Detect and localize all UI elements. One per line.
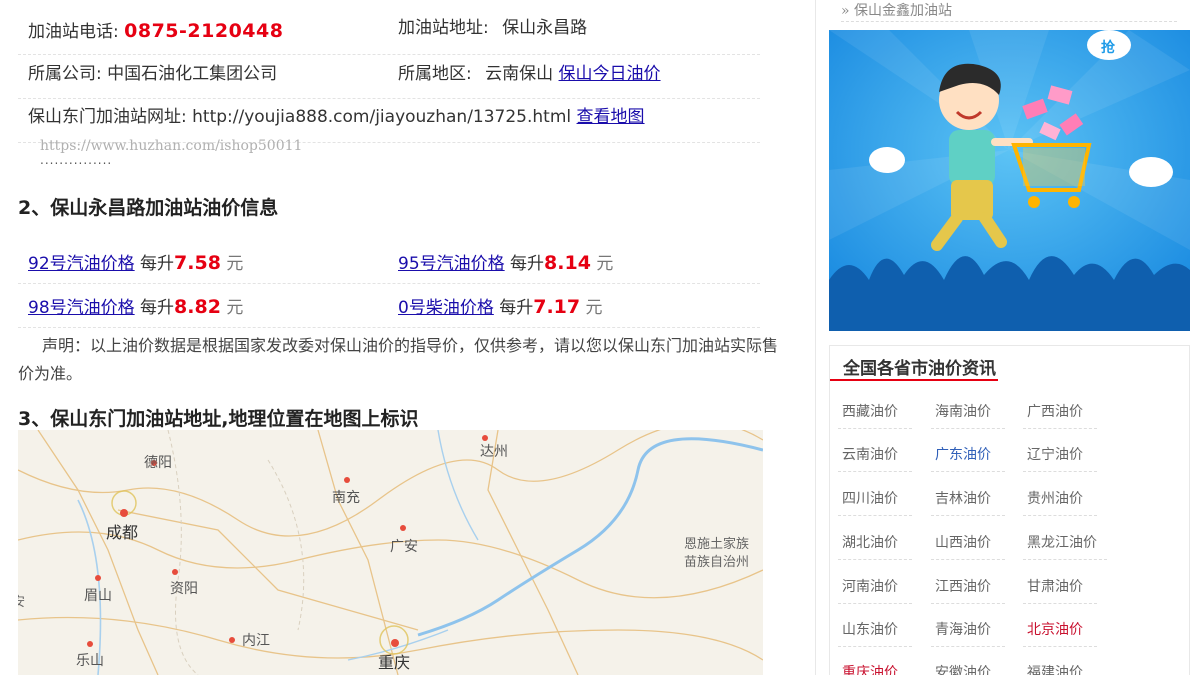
province-link-shandong[interactable]: 山东油价 (838, 619, 912, 647)
price-95-link[interactable]: 95号汽油价格 (398, 254, 505, 274)
map-city-chongqing: 重庆 (378, 654, 410, 672)
promo-banner[interactable]: 抢 (829, 30, 1190, 331)
per-liter-label: 每升 (499, 298, 534, 318)
company-label: 所属公司: (28, 64, 102, 84)
map-city-chengdu: 成都 (106, 524, 138, 542)
per-liter-label: 每升 (140, 254, 175, 274)
sidebar: » 保山金鑫加油站 抢 全国各省市油价资讯 西藏油价 海南油价 广西油价 云南油… (829, 0, 1190, 675)
region-value: 云南保山 (485, 64, 554, 84)
price-92-value: 7.58 (174, 252, 221, 274)
province-link-guangxi[interactable]: 广西油价 (1023, 401, 1097, 429)
map-city-dazhou: 达州 (480, 443, 508, 459)
company-value: 中国石油化工集团公司 (107, 64, 278, 84)
ellipsis-dots: ............... (40, 153, 113, 167)
province-link-anhui[interactable]: 安徽油价 (931, 662, 1005, 675)
section2-title: 2、保山永昌路加油站油价信息 (18, 197, 279, 219)
province-link-liaoning[interactable]: 辽宁油价 (1023, 444, 1097, 472)
price-diesel-link[interactable]: 0号柴油价格 (398, 298, 494, 318)
province-link-guangdong[interactable]: 广东油价 (931, 444, 1005, 472)
per-liter-label: 每升 (140, 298, 175, 318)
map-city-nanchong: 南充 (332, 489, 360, 505)
province-price-box: 全国各省市油价资讯 西藏油价 海南油价 广西油价 云南油价 广东油价 辽宁油价 … (829, 345, 1190, 675)
sidebar-link-station[interactable]: » 保山金鑫加油站 (841, 0, 1177, 22)
region-label: 所属地区: (398, 64, 472, 84)
price-95-value: 8.14 (544, 252, 591, 274)
map-city-deyang: 德阳 (144, 454, 172, 470)
phone-number: 0875-2120448 (124, 20, 284, 42)
province-link-fujian[interactable]: 福建油价 (1023, 662, 1097, 675)
price-row-2: 98号汽油价格 每升8.82 元 0号柴油价格 每升7.17 元 (18, 284, 760, 328)
phone-label: 加油站电话: (28, 22, 119, 42)
price-92-link[interactable]: 92号汽油价格 (28, 254, 135, 274)
province-link-chongqing[interactable]: 重庆油价 (838, 662, 912, 675)
price-unit: 元 (226, 254, 244, 274)
map-city-meishan: 眉山 (84, 587, 112, 603)
price-diesel-value: 7.17 (533, 296, 581, 318)
province-link-yunnan[interactable]: 云南油价 (838, 444, 912, 472)
province-link-jiangxi[interactable]: 江西油价 (931, 576, 1005, 604)
province-link-qinghai[interactable]: 青海油价 (931, 619, 1005, 647)
watermark-text: https://www.huzhan.com/ishop50011 (40, 138, 303, 154)
url-label: 保山东门加油站网址: (28, 107, 187, 127)
address-value: 保山永昌路 (502, 18, 588, 38)
banner-tag-text: 抢 (1101, 39, 1116, 56)
price-unit: 元 (226, 298, 244, 318)
map-svg: 德阳 成都 眉山 资阳 乐山 内江 南充 广安 达州 重庆 恩施土家族 苗族自治… (18, 430, 763, 675)
region-price-link[interactable]: 保山今日油价 (559, 64, 661, 84)
province-link-henan[interactable]: 河南油价 (838, 576, 912, 604)
map-region-label-1: 恩施土家族 (684, 536, 749, 551)
map-city-neijiang: 内江 (242, 632, 270, 648)
province-link-sichuan[interactable]: 四川油价 (838, 488, 912, 516)
banner-illustration: 抢 (829, 30, 1190, 331)
url-value: http://youjia888.com/jiayouzhan/13725.ht… (192, 107, 572, 127)
per-liter-label: 每升 (510, 254, 545, 274)
info-row-url: 保山东门加油站网址: http://youjia888.com/jiayouzh… (18, 99, 760, 143)
map-city-guangan: 广安 (390, 538, 418, 554)
province-link-jilin[interactable]: 吉林油价 (931, 488, 1005, 516)
map-edge-label: 安 (18, 594, 25, 609)
map-region-label-2: 苗族自治州 (684, 554, 749, 569)
map-city-ziyang: 资阳 (170, 580, 198, 596)
province-link-xizang[interactable]: 西藏油价 (838, 401, 912, 429)
info-row-company: 所属公司: 中国石油化工集团公司 所属地区: 云南保山 保山今日油价 (18, 55, 760, 99)
title-underline (830, 379, 998, 381)
price-98-link[interactable]: 98号汽油价格 (28, 298, 135, 318)
province-link-gansu[interactable]: 甘肃油价 (1023, 576, 1097, 604)
province-link-hubei[interactable]: 湖北油价 (838, 532, 912, 560)
province-link-guizhou[interactable]: 贵州油价 (1023, 488, 1097, 516)
price-unit: 元 (596, 254, 614, 274)
province-box-title: 全国各省市油价资讯 (843, 359, 996, 379)
address-label: 加油站地址: (398, 18, 489, 38)
price-unit: 元 (585, 298, 603, 318)
main-content: 加油站电话: 0875-2120448 加油站地址: 保山永昌路 所属公司: 中… (0, 0, 815, 675)
price-disclaimer: 声明：以上油价数据是根据国家发改委对保山油价的指导价，仅供参考，请以您以保山东门… (18, 336, 779, 383)
info-row-phone: 加油站电话: 0875-2120448 加油站地址: 保山永昌路 (18, 14, 760, 55)
section3-title: 3、保山东门加油站地址,地理位置在地图上标识 (18, 408, 419, 430)
province-link-hainan[interactable]: 海南油价 (931, 401, 1005, 429)
price-row-1: 92号汽油价格 每升7.58 元 95号汽油价格 每升8.14 元 (18, 246, 760, 284)
location-map[interactable]: 德阳 成都 眉山 资阳 乐山 内江 南充 广安 达州 重庆 恩施土家族 苗族自治… (18, 430, 763, 675)
map-city-leshan: 乐山 (76, 652, 104, 668)
column-divider (815, 0, 816, 675)
province-link-heilongjiang[interactable]: 黑龙江油价 (1023, 532, 1107, 560)
price-98-value: 8.82 (174, 296, 221, 318)
province-link-beijing[interactable]: 北京油价 (1023, 619, 1097, 647)
view-map-link[interactable]: 查看地图 (577, 107, 645, 127)
province-link-shanxi[interactable]: 山西油价 (931, 532, 1005, 560)
